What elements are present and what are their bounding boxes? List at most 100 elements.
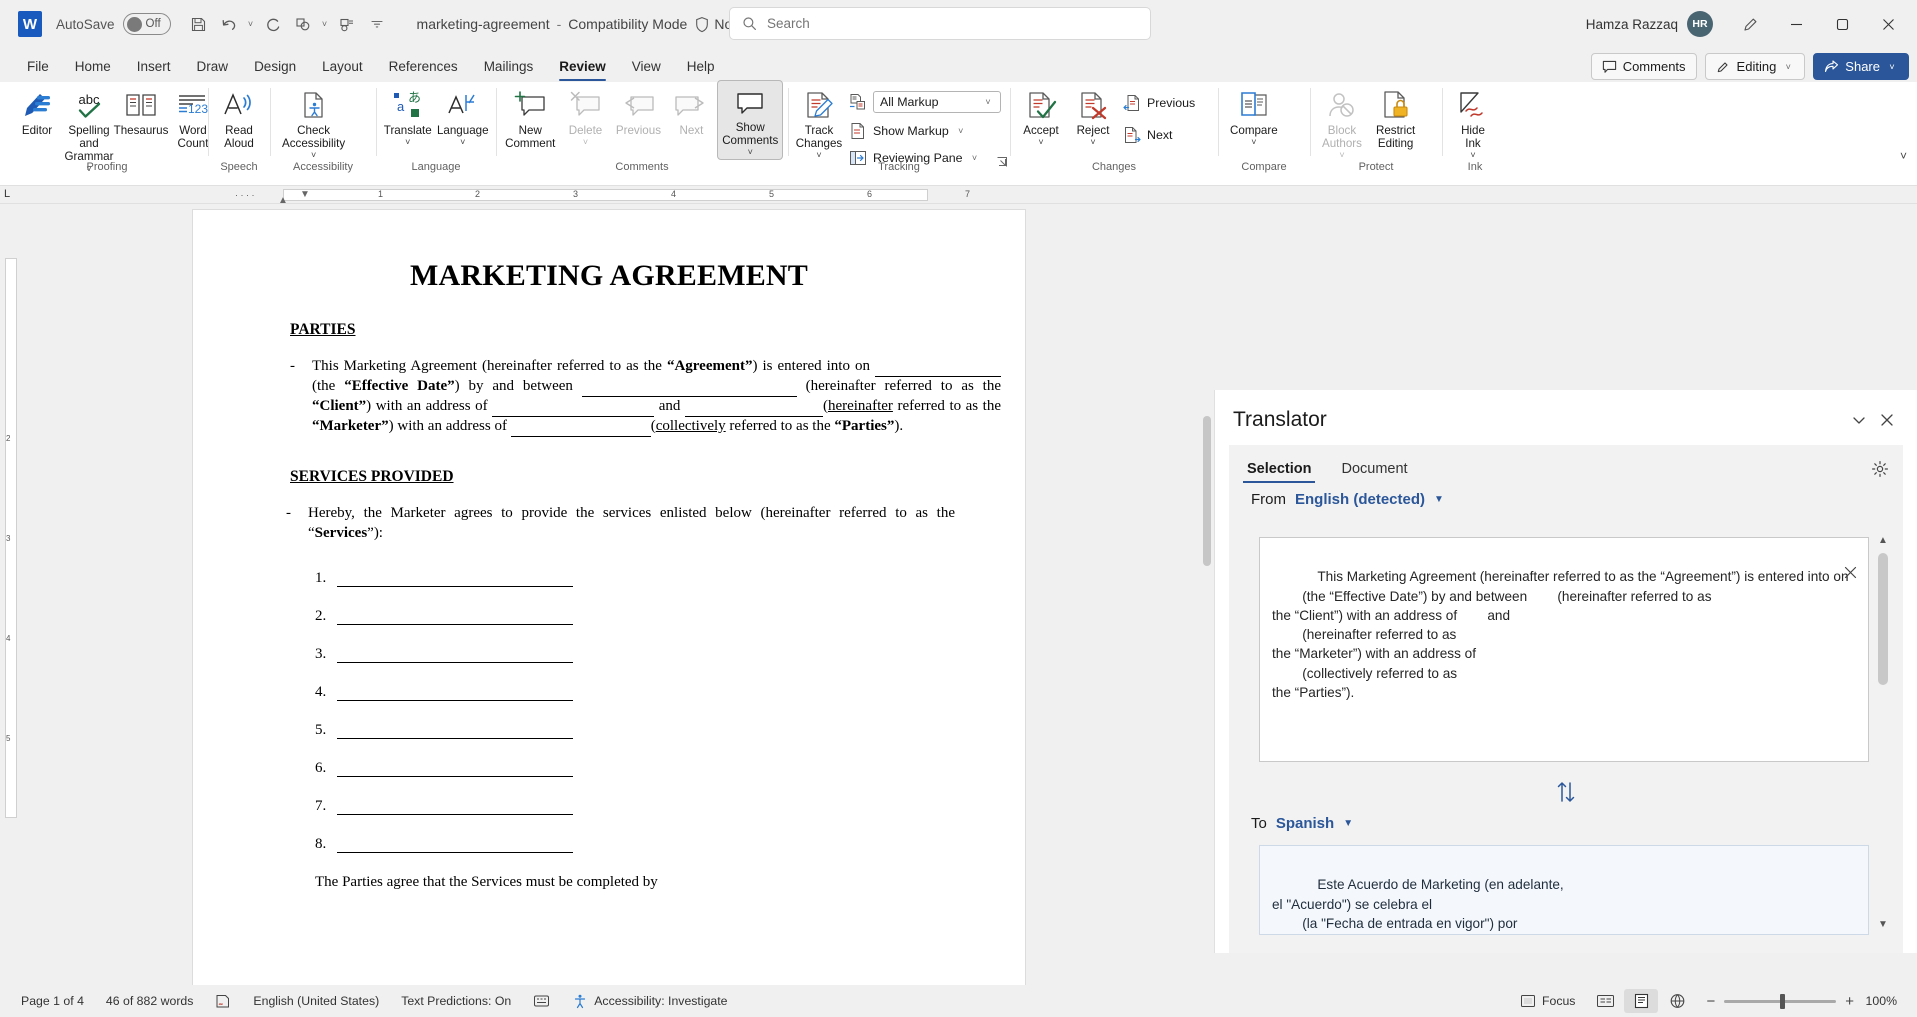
zoom-slider-handle[interactable] [1780,994,1785,1009]
repeat-icon[interactable] [289,10,317,38]
chevron-down-icon[interactable]: ˅ [1090,138,1095,147]
chevron-down-icon[interactable]: ˅ [460,138,465,147]
text-predictions-indicator[interactable]: Text Predictions: On [390,994,522,1008]
document-name[interactable]: marketing-agreement [417,16,550,32]
tab-stop-selector[interactable]: L [4,188,10,200]
hide-ink-button[interactable]: Hide Ink ˅ [1447,82,1499,162]
page-indicator[interactable]: Page 1 of 4 [10,994,95,1008]
customize-qat-icon[interactable] [363,10,391,38]
compare-button[interactable]: Compare ˅ [1223,82,1285,149]
accept-button[interactable]: Accept ˅ [1015,82,1067,149]
tab-layout[interactable]: Layout [309,52,376,82]
chevron-down-icon[interactable]: ˅ [311,151,316,160]
scroll-down-icon[interactable]: ▼ [1875,919,1891,935]
read-mode-icon[interactable] [1588,989,1622,1013]
tab-references[interactable]: References [376,52,471,82]
zoom-slider[interactable] [1724,1000,1836,1003]
restrict-editing-button[interactable]: Restrict Editing [1369,82,1422,152]
repeat-dropdown-icon[interactable]: ˅ [319,19,331,29]
horizontal-ruler[interactable]: L · · · · 1 2 3 4 5 6 7 ▲ ▼ [0,186,1917,204]
document-scrollbar[interactable] [1200,390,1214,953]
tab-design[interactable]: Design [241,52,309,82]
tab-insert[interactable]: Insert [124,52,184,82]
to-language-row[interactable]: To Spanish ▼ [1251,815,1353,832]
track-changes-button[interactable]: Track Changes ˅ [793,82,845,162]
translate-button[interactable]: aあ Translate ˅ [381,82,434,149]
tab-mailings[interactable]: Mailings [471,52,547,82]
tab-review[interactable]: Review [546,52,619,82]
chevron-down-icon[interactable]: ˅ [1251,138,1256,147]
user-name[interactable]: Hamza Razzaq [1586,17,1678,32]
show-markup-button[interactable]: Show Markup ˅ [845,119,1005,143]
minimize-button[interactable] [1773,0,1819,48]
chevron-down-icon[interactable]: ˅ [955,126,967,136]
translator-scrollbar[interactable]: ▲ ▼ [1875,535,1891,935]
avatar[interactable]: HR [1687,11,1713,37]
target-text-box[interactable]: Este Acuerdo de Marketing (en adelante, … [1259,845,1869,935]
tab-document[interactable]: Document [1337,455,1411,485]
proofing-status[interactable] [204,993,242,1009]
gear-icon[interactable] [1871,460,1889,481]
tab-selection[interactable]: Selection [1243,455,1315,485]
comments-button[interactable]: Comments [1591,53,1697,80]
chevron-down-icon[interactable]: ▼ [1434,494,1444,505]
chevron-down-icon[interactable]: ˅ [816,151,821,160]
editor-button[interactable]: Editor [11,82,63,139]
close-button[interactable] [1865,0,1911,48]
editing-mode-button[interactable]: Editing ˅ [1705,53,1806,80]
redo-icon[interactable] [259,10,287,38]
check-accessibility-button[interactable]: Check Accessibility ˅ [275,82,352,162]
previous-change-button[interactable]: Previous [1119,91,1199,115]
zoom-in-button[interactable]: + [1845,993,1854,1010]
maximize-button[interactable] [1819,0,1865,48]
show-comments-button[interactable]: Show Comments ˅ [717,80,783,160]
from-language-value[interactable]: English (detected) [1295,491,1425,508]
new-comment-button[interactable]: New Comment [501,82,559,152]
translator-scrollbar-thumb[interactable] [1878,553,1888,685]
language-button[interactable]: Language ˅ [434,82,491,149]
autosave-toggle[interactable]: Off [123,13,171,35]
focus-button[interactable]: Focus [1509,993,1587,1009]
tab-help[interactable]: Help [674,52,728,82]
tracking-dialog-launcher[interactable] [996,156,1008,171]
clear-source-icon[interactable] [1790,546,1858,605]
thesaurus-button[interactable]: Thesaurus [115,82,167,139]
zoom-level[interactable]: 100% [1863,994,1897,1008]
markup-view-dropdown[interactable]: All Markup ˅ [873,91,1001,113]
chevron-down-icon[interactable]: ▼ [1343,818,1353,829]
read-aloud-button[interactable]: Read Aloud [213,82,265,152]
swap-languages-button[interactable] [1229,780,1903,810]
accessibility-status[interactable]: Accessibility: Investigate [561,993,738,1009]
chevron-down-icon[interactable]: ˅ [748,148,753,157]
scroll-up-icon[interactable]: ▲ [1875,535,1891,551]
chevron-down-icon[interactable]: ˅ [1470,151,1475,160]
tab-home[interactable]: Home [62,52,124,82]
track-changes-quick-icon[interactable] [333,10,361,38]
web-layout-icon[interactable] [1660,989,1694,1013]
tab-draw[interactable]: Draw [184,52,242,82]
save-icon[interactable] [185,10,213,38]
search-box[interactable]: Search [729,7,1151,40]
search-input[interactable]: Search [767,16,810,31]
ink-pen-icon[interactable] [1727,0,1773,48]
language-indicator[interactable]: English (United States) [242,994,390,1008]
share-button[interactable]: Share ˅ [1813,53,1909,80]
collapse-ribbon-button[interactable]: ˅ [1900,149,1907,163]
close-icon[interactable] [1873,406,1901,434]
predictions-status-icon[interactable] [522,993,561,1009]
print-layout-icon[interactable] [1624,989,1658,1013]
chevron-down-icon[interactable]: ˅ [1038,138,1043,147]
reject-button[interactable]: Reject ˅ [1067,82,1119,149]
chevron-down-icon[interactable] [1845,406,1873,434]
document-page[interactable]: MARKETING AGREEMENT PARTIES - This Marke… [193,210,1025,1017]
next-change-button[interactable]: Next [1119,123,1199,147]
to-language-value[interactable]: Spanish [1276,815,1334,832]
zoom-out-button[interactable]: − [1706,993,1715,1010]
tab-view[interactable]: View [619,52,674,82]
undo-dropdown-icon[interactable]: ˅ [245,19,257,29]
source-text-box[interactable]: This Marketing Agreement (hereinafter re… [1259,537,1869,762]
tab-file[interactable]: File [14,52,62,82]
word-count-indicator[interactable]: 46 of 882 words [95,994,205,1008]
chevron-down-icon[interactable]: ˅ [405,138,410,147]
undo-icon[interactable] [215,10,243,38]
